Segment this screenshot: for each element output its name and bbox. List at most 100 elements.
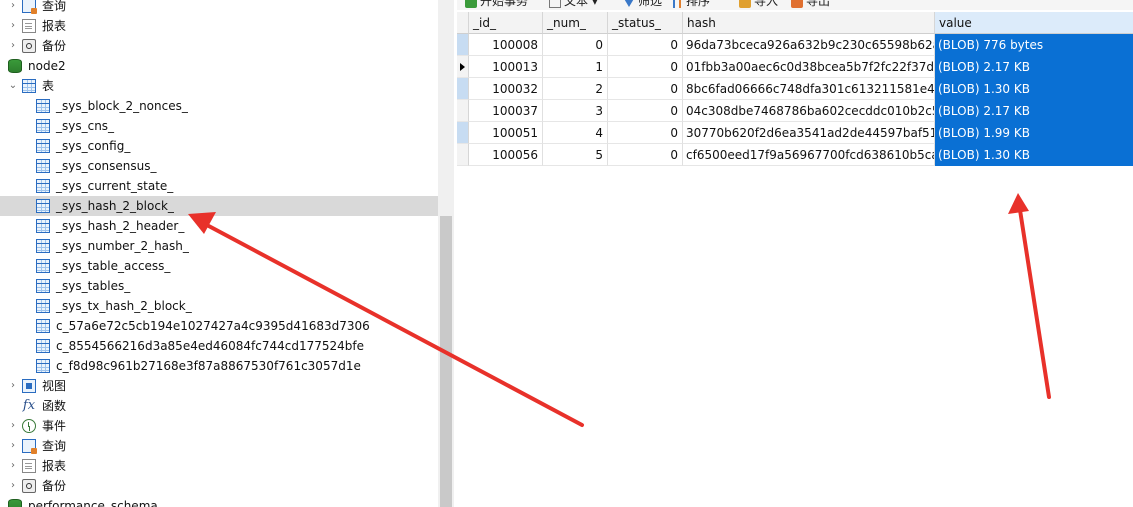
- tree-item[interactable]: › 报表: [0, 456, 438, 476]
- tree-item[interactable]: _sys_table_access_: [0, 256, 438, 276]
- cell-num[interactable]: 4: [543, 122, 608, 144]
- tree-item[interactable]: _sys_block_2_nonces_: [0, 96, 438, 116]
- cell-id[interactable]: 100013: [469, 56, 543, 78]
- cell-hash[interactable]: 96da73bceca926a632b9c230c65598b62a18: [683, 34, 935, 56]
- tree-item[interactable]: › 报表: [0, 16, 438, 36]
- cell-num[interactable]: 1: [543, 56, 608, 78]
- tree-scrollbar-thumb[interactable]: [440, 216, 452, 507]
- row-header[interactable]: [457, 100, 469, 122]
- cell-num[interactable]: 5: [543, 144, 608, 166]
- tree-item-label: 函数: [42, 399, 67, 413]
- cell-hash[interactable]: 01fbb3a00aec6c0d38bcea5b7f2fc22f37dab: [683, 56, 935, 78]
- chevron-right-icon[interactable]: ›: [8, 16, 18, 36]
- tree-item[interactable]: › 备份: [0, 36, 438, 56]
- row-header[interactable]: [457, 34, 469, 56]
- cell-id[interactable]: 100008: [469, 34, 543, 56]
- row-header[interactable]: [457, 78, 469, 100]
- table-icon: [36, 259, 50, 273]
- tree-item[interactable]: › 视图: [0, 376, 438, 396]
- tree-item[interactable]: › 查询: [0, 436, 438, 456]
- cell-hash[interactable]: 8bc6fad06666c748dfa301c613211581e47e5: [683, 78, 935, 100]
- cell-num[interactable]: 3: [543, 100, 608, 122]
- tree-item-label: 报表: [42, 19, 67, 33]
- cell-value[interactable]: (BLOB) 1.30 KB: [935, 78, 1133, 100]
- cell-status[interactable]: 0: [608, 144, 683, 166]
- tree-item[interactable]: c_57a6e72c5cb194e1027427a4c9395d41683d73…: [0, 316, 438, 336]
- cell-status[interactable]: 0: [608, 100, 683, 122]
- tree-item[interactable]: _sys_cns_: [0, 116, 438, 136]
- tree-item[interactable]: c_8554566216d3a85e4ed46084fc744cd177524b…: [0, 336, 438, 356]
- begin-transaction-button[interactable]: 开始事务: [465, 0, 528, 10]
- chevron-down-icon[interactable]: ⌄: [8, 76, 18, 96]
- tree-item[interactable]: › 事件: [0, 416, 438, 436]
- tree-item-label: _sys_number_2_hash_: [56, 239, 189, 253]
- row-header[interactable]: [457, 56, 469, 78]
- tree-item[interactable]: › 查询: [0, 0, 438, 16]
- cell-hash[interactable]: 04c308dbe7468786ba602cecddc010b2c5f7: [683, 100, 935, 122]
- column-header-num[interactable]: _num_: [543, 12, 608, 34]
- tree-item[interactable]: performance_schema: [0, 496, 438, 507]
- tree-item[interactable]: _sys_tables_: [0, 276, 438, 296]
- chevron-right-icon[interactable]: ›: [8, 36, 18, 56]
- tree-item-label: _sys_tables_: [56, 279, 131, 293]
- begin-transaction-icon: [465, 0, 477, 8]
- tree-item[interactable]: _sys_number_2_hash_: [0, 236, 438, 256]
- chevron-right-icon[interactable]: ›: [8, 416, 18, 436]
- table-icon: [36, 199, 50, 213]
- backup-icon: [22, 39, 36, 53]
- text-view-button[interactable]: 文本 ▾: [549, 0, 598, 10]
- tree-item[interactable]: ⌄ 表: [0, 76, 438, 96]
- row-header[interactable]: [457, 144, 469, 166]
- report-icon: [22, 19, 36, 33]
- tree-item[interactable]: node2: [0, 56, 438, 76]
- cell-status[interactable]: 0: [608, 78, 683, 100]
- cell-value[interactable]: (BLOB) 1.30 KB: [935, 144, 1133, 166]
- export-button[interactable]: 导出: [791, 0, 830, 10]
- sort-button[interactable]: 排序: [671, 0, 710, 10]
- cell-hash[interactable]: cf6500eed17f9a56967700fcd638610b5cabb: [683, 144, 935, 166]
- chevron-right-icon[interactable]: ›: [8, 476, 18, 496]
- cell-status[interactable]: 0: [608, 34, 683, 56]
- table-icon: [36, 99, 50, 113]
- tree-item-label: _sys_consensus_: [56, 159, 157, 173]
- event-icon: [22, 419, 36, 433]
- cell-value[interactable]: (BLOB) 776 bytes: [935, 34, 1133, 56]
- cell-value[interactable]: (BLOB) 2.17 KB: [935, 56, 1133, 78]
- cell-value[interactable]: (BLOB) 1.99 KB: [935, 122, 1133, 144]
- tree-item[interactable]: _sys_current_state_: [0, 176, 438, 196]
- current-row-marker-icon: [460, 63, 465, 71]
- cell-id[interactable]: 100056: [469, 144, 543, 166]
- tree-item[interactable]: › 备份: [0, 476, 438, 496]
- chevron-right-icon[interactable]: ›: [8, 436, 18, 456]
- tree-item[interactable]: _sys_config_: [0, 136, 438, 156]
- tree-item[interactable]: fx 函数: [0, 396, 438, 416]
- cell-value[interactable]: (BLOB) 2.17 KB: [935, 100, 1133, 122]
- chevron-right-icon[interactable]: ›: [8, 456, 18, 476]
- cell-id[interactable]: 100037: [469, 100, 543, 122]
- row-header-corner[interactable]: [457, 12, 469, 34]
- column-header-id[interactable]: _id_: [469, 12, 543, 34]
- row-header[interactable]: [457, 122, 469, 144]
- tree-item[interactable]: _sys_consensus_: [0, 156, 438, 176]
- import-button[interactable]: 导入: [739, 0, 778, 10]
- column-header-hash[interactable]: hash: [683, 12, 935, 34]
- cell-id[interactable]: 100032: [469, 78, 543, 100]
- cell-num[interactable]: 2: [543, 78, 608, 100]
- cell-status[interactable]: 0: [608, 122, 683, 144]
- column-header-value[interactable]: value: [935, 12, 1133, 34]
- chevron-right-icon[interactable]: ›: [8, 0, 18, 16]
- cell-id[interactable]: 100051: [469, 122, 543, 144]
- chevron-right-icon[interactable]: ›: [8, 376, 18, 396]
- tree-item[interactable]: _sys_tx_hash_2_block_: [0, 296, 438, 316]
- cell-hash[interactable]: 30770b620f2d6ea3541ad2de44597baf510c: [683, 122, 935, 144]
- database-icon: [8, 59, 22, 73]
- cell-status[interactable]: 0: [608, 56, 683, 78]
- column-header-status[interactable]: _status_: [608, 12, 683, 34]
- tree-item-label: _sys_block_2_nonces_: [56, 99, 188, 113]
- cell-num[interactable]: 0: [543, 34, 608, 56]
- tree-item[interactable]: c_f8d98c961b27168e3f87a8867530f761c3057d…: [0, 356, 438, 376]
- tree-item[interactable]: _sys_hash_2_block_: [0, 196, 438, 216]
- begin-transaction-label: 开始事务: [480, 0, 529, 8]
- tree-item[interactable]: _sys_hash_2_header_: [0, 216, 438, 236]
- filter-button[interactable]: 筛选: [623, 0, 662, 10]
